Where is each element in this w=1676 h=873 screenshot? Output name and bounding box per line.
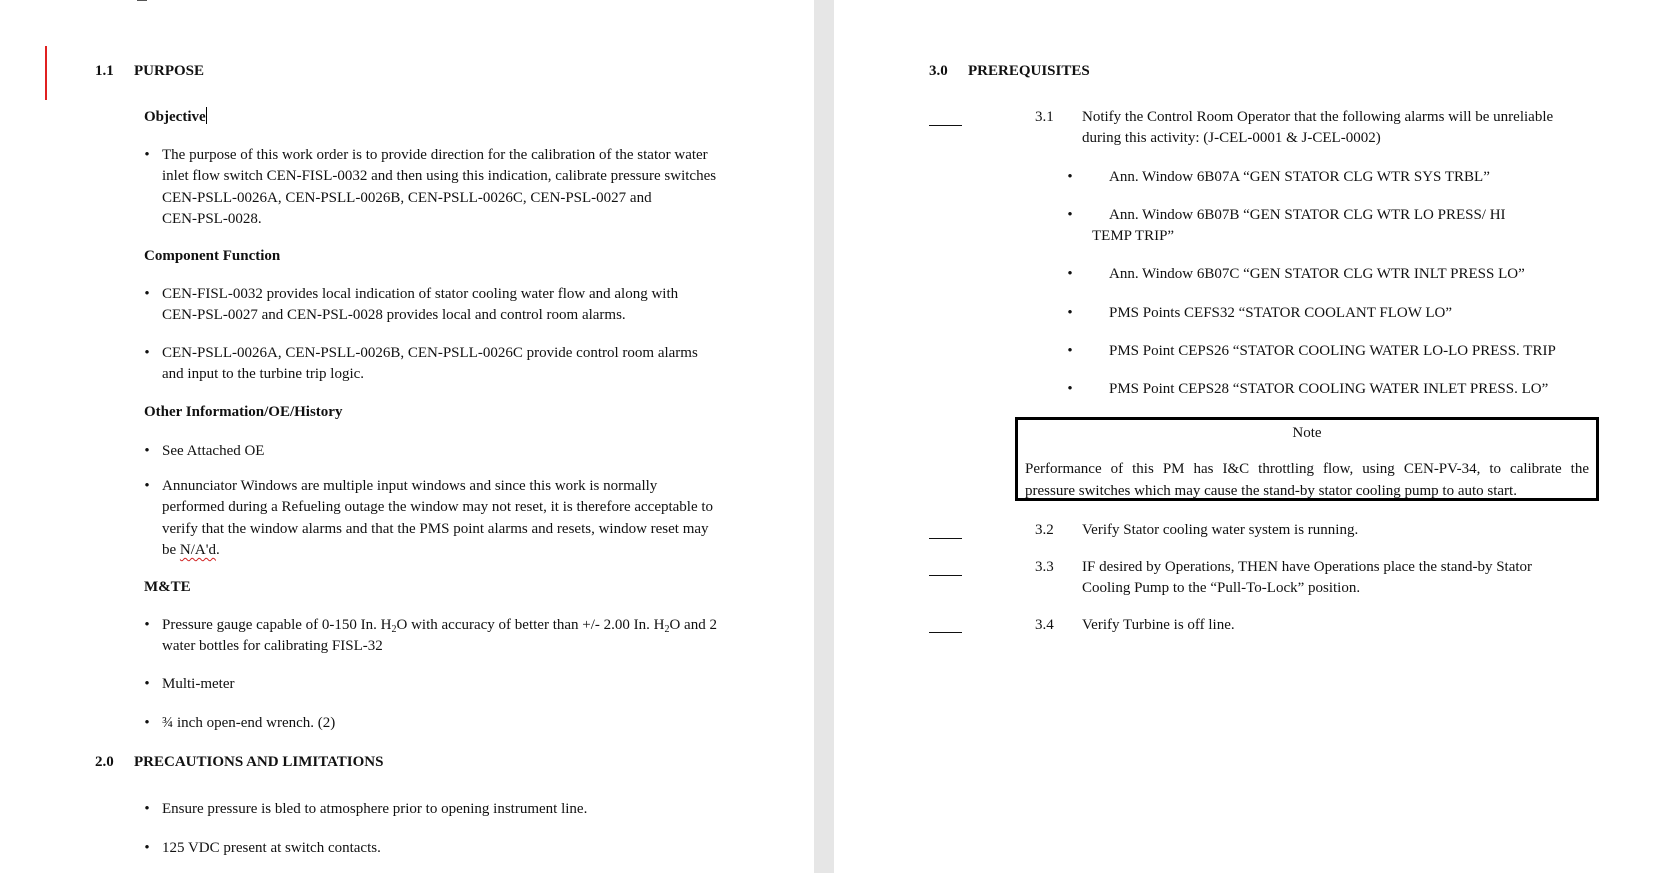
document-page-right[interactable]: 3.0 PREREQUISITES 3.1 Notify the Control… bbox=[834, 0, 1676, 873]
page-edge-mark bbox=[137, 0, 147, 1]
other-info-bullet-2-line-4: be N/A'd. bbox=[162, 540, 220, 562]
note-body: Performance of this PM has I&C throttlin… bbox=[1025, 459, 1589, 502]
alarm-bullet-3: Ann. Window 6B07C “GEN STATOR CLG WTR IN… bbox=[1109, 266, 1525, 282]
section-title-prerequisites: PREREQUISITES bbox=[968, 63, 1090, 79]
other-info-bullet-2-line-2: performed during a Refueling outage the … bbox=[162, 499, 714, 515]
section-title-precautions: PRECAUTIONS AND LIMITATIONS bbox=[134, 754, 384, 770]
section-title-purpose: PURPOSE bbox=[134, 63, 205, 79]
alarm-bullet-2-line-1: Ann. Window 6B07B “GEN STATOR CLG WTR LO… bbox=[1109, 207, 1506, 223]
section-number-2-0: 2.0 bbox=[95, 754, 114, 770]
component-bullet-2-line-1: CEN-PSLL-0026A, CEN-PSLL-0026B, CEN-PSLL… bbox=[162, 345, 698, 361]
bullet-dot: • bbox=[1067, 305, 1073, 321]
precaution-bullet-1: Ensure pressure is bled to atmosphere pr… bbox=[162, 801, 588, 817]
step-3-2-text: Verify Stator cooling water system is ru… bbox=[1082, 522, 1359, 538]
step-number-3-4: 3.4 bbox=[1035, 617, 1054, 633]
step-3-3-line-2: Cooling Pump to the “Pull-To-Lock” posit… bbox=[1082, 580, 1361, 596]
text-run: be bbox=[162, 542, 180, 558]
bullet-dot: • bbox=[144, 345, 150, 361]
mte-bullet-3: ¾ inch open-end wrench. (2) bbox=[162, 715, 336, 731]
subheading-mte: M&TE bbox=[144, 579, 191, 595]
bullet-dot: • bbox=[1067, 343, 1073, 359]
bullet-dot: • bbox=[144, 840, 150, 856]
component-bullet-1-line-2: CEN-PSL-0027 and CEN-PSL-0028 provides l… bbox=[162, 307, 626, 323]
subheading-other-information: Other Information/OE/History bbox=[144, 404, 343, 420]
alarm-bullet-6: PMS Point CEPS28 “STATOR COOLING WATER I… bbox=[1109, 381, 1549, 397]
subheading-objective-text: Objective bbox=[144, 109, 206, 125]
signoff-line-3-1[interactable] bbox=[929, 125, 962, 126]
objective-bullet-1-line-3: CEN-PSLL-0026A, CEN-PSLL-0026B, CEN-PSLL… bbox=[162, 190, 652, 206]
objective-bullet-1-line-2: inlet flow switch CEN-FISL-0032 and then… bbox=[162, 168, 717, 184]
bullet-dot: • bbox=[1067, 169, 1073, 185]
step-number-3-2: 3.2 bbox=[1035, 522, 1054, 538]
objective-bullet-1-line-1: The purpose of this work order is to pro… bbox=[162, 147, 708, 163]
text-run: O and 2 bbox=[669, 617, 717, 633]
section-number-3-0: 3.0 bbox=[929, 63, 948, 79]
subheading-objective[interactable]: Objective bbox=[144, 107, 207, 129]
note-box: Note Performance of this PM has I&C thro… bbox=[1015, 417, 1599, 501]
signoff-line-3-4[interactable] bbox=[929, 632, 962, 633]
alarm-bullet-4: PMS Points CEFS32 “STATOR COOLANT FLOW L… bbox=[1109, 305, 1453, 321]
step-number-3-1: 3.1 bbox=[1035, 109, 1054, 125]
step-number-3-3: 3.3 bbox=[1035, 559, 1054, 575]
note-line-1: Performance of this PM has I&C throttlin… bbox=[1025, 461, 1589, 477]
mte-bullet-1-line-2: water bottles for calibrating FISL-32 bbox=[162, 638, 383, 654]
step-3-3-line-1: IF desired by Operations, THEN have Oper… bbox=[1082, 559, 1533, 575]
signoff-line-3-2[interactable] bbox=[929, 538, 962, 539]
text-run: O with accuracy of better than +/- 2.00 … bbox=[396, 617, 665, 633]
component-bullet-2-line-2: and input to the turbine trip logic. bbox=[162, 366, 365, 382]
bullet-dot: • bbox=[144, 676, 150, 692]
bullet-dot: • bbox=[1067, 207, 1073, 223]
bullet-dot: • bbox=[1067, 381, 1073, 397]
section-number-1-1: 1.1 bbox=[95, 63, 114, 79]
note-title: Note bbox=[1292, 425, 1322, 441]
precaution-bullet-2: 125 VDC present at switch contacts. bbox=[162, 840, 381, 856]
alarm-bullet-2-line-2: TEMP TRIP” bbox=[1092, 228, 1175, 244]
step-3-4-text: Verify Turbine is off line. bbox=[1082, 617, 1235, 633]
bullet-dot: • bbox=[144, 286, 150, 302]
signoff-line-3-3[interactable] bbox=[929, 575, 962, 576]
alarm-bullet-1: Ann. Window 6B07A “GEN STATOR CLG WTR SY… bbox=[1109, 169, 1490, 185]
alarm-bullet-5: PMS Point CEPS26 “STATOR COOLING WATER L… bbox=[1109, 343, 1556, 359]
objective-bullet-1-line-4: CEN-PSL-0028. bbox=[162, 211, 262, 227]
bullet-dot: • bbox=[144, 478, 150, 494]
spellcheck-flagged-word[interactable]: N/A'd bbox=[180, 542, 216, 558]
other-info-bullet-2-line-3: verify that the window alarms and that t… bbox=[162, 521, 709, 537]
other-info-bullet-1: See Attached OE bbox=[162, 443, 265, 459]
step-3-1-line-2: during this activity: (J-CEL-0001 & J-CE… bbox=[1082, 130, 1381, 146]
document-page-left[interactable]: 1.1 PURPOSE Objective • The purpose of t… bbox=[0, 0, 814, 873]
mte-bullet-1-line-1: Pressure gauge capable of 0-150 In. H2O … bbox=[162, 615, 717, 637]
bullet-dot: • bbox=[1067, 266, 1073, 282]
text-run: . bbox=[215, 542, 220, 558]
text-cursor bbox=[205, 107, 207, 124]
mte-bullet-2: Multi-meter bbox=[162, 676, 235, 692]
bullet-dot: • bbox=[144, 715, 150, 731]
bullet-dot: • bbox=[144, 147, 150, 163]
bullet-dot: • bbox=[144, 443, 150, 459]
note-line-2: pressure switches which may cause the st… bbox=[1025, 482, 1517, 499]
bullet-dot: • bbox=[144, 801, 150, 817]
subheading-component-function: Component Function bbox=[144, 248, 281, 264]
revision-change-bar bbox=[45, 46, 47, 100]
other-info-bullet-2-line-1: Annunciator Windows are multiple input w… bbox=[162, 478, 658, 494]
bullet-dot: • bbox=[144, 617, 150, 633]
component-bullet-1-line-1: CEN-FISL-0032 provides local indication … bbox=[162, 286, 679, 302]
text-run: Pressure gauge capable of 0-150 In. H bbox=[162, 617, 392, 633]
step-3-1-line-1: Notify the Control Room Operator that th… bbox=[1082, 109, 1554, 125]
